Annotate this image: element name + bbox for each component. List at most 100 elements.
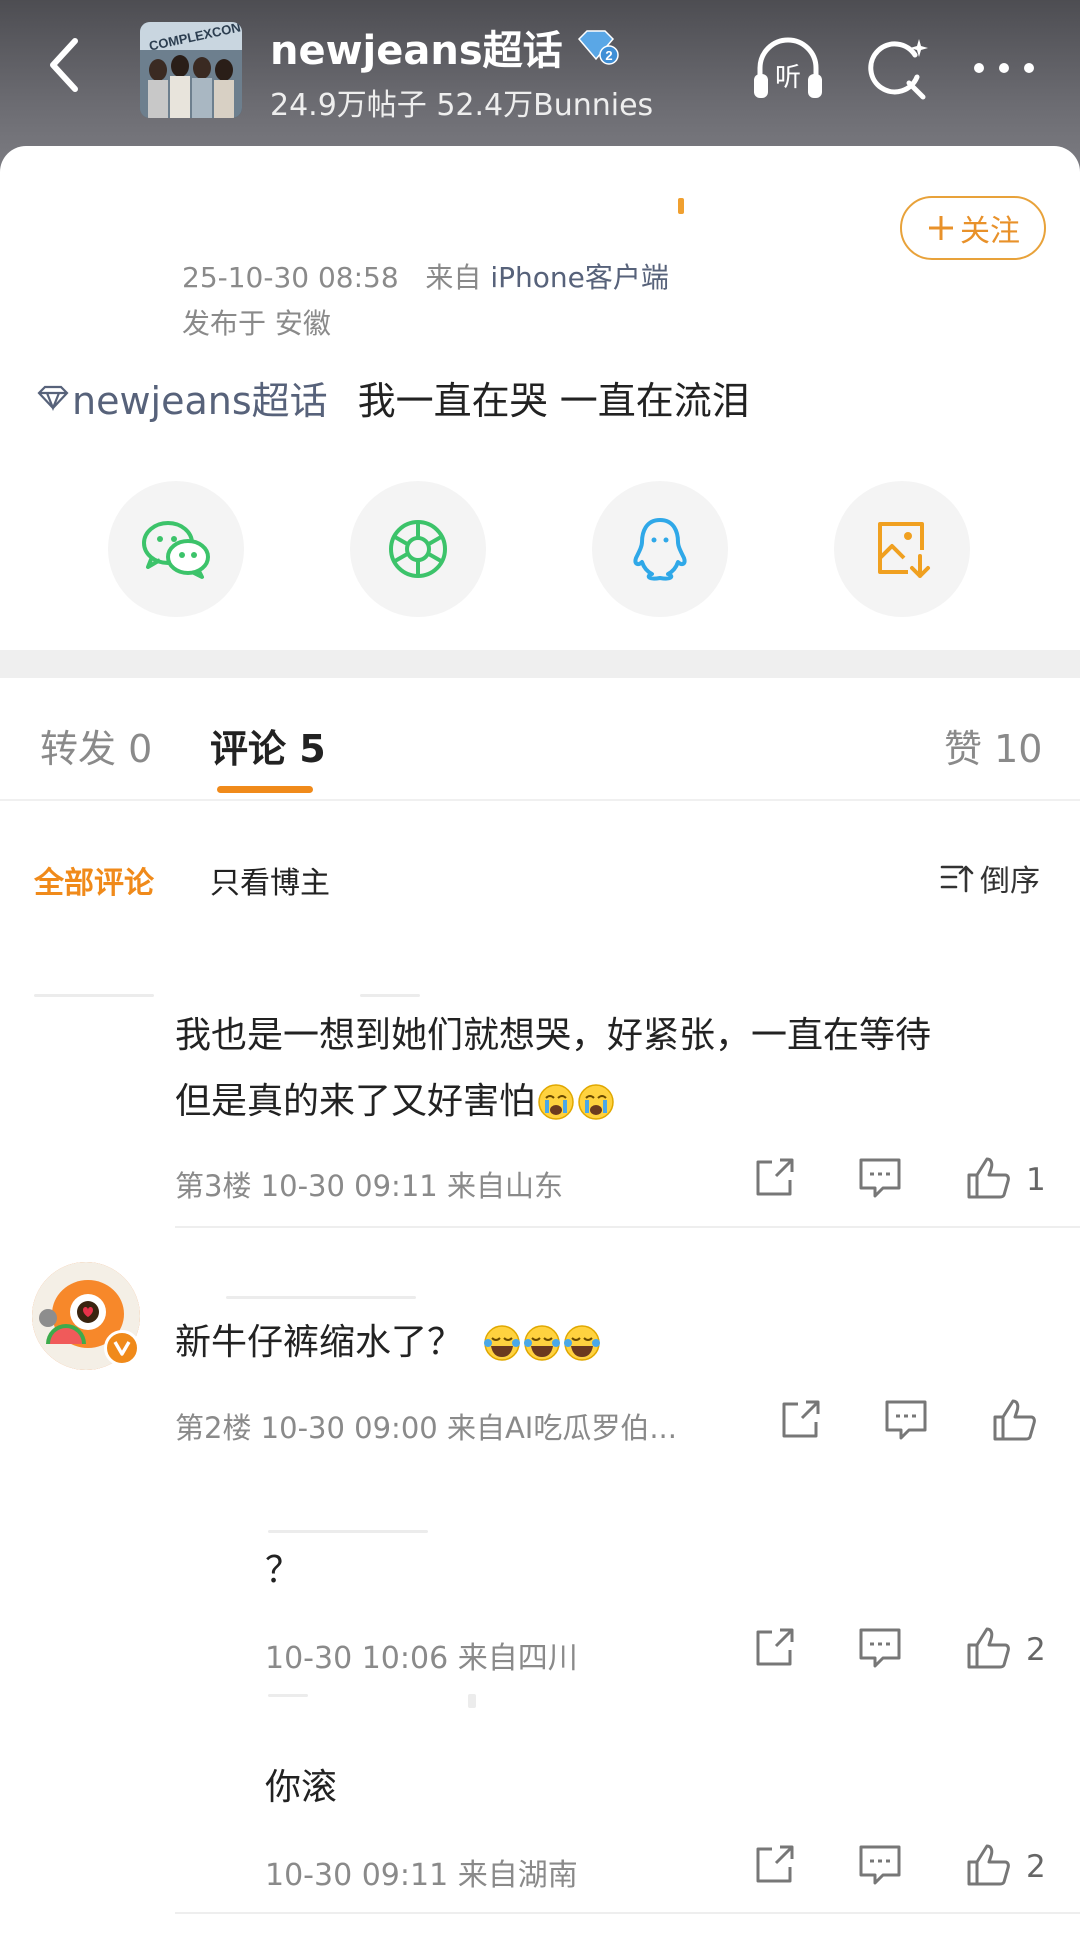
post-card: 关注 25-10-30 08:58 来自 iPhone客户端 发布于 安徽 ne… — [0, 146, 1080, 650]
qq-icon — [633, 518, 687, 581]
like-comment-button[interactable] — [958, 1148, 1018, 1208]
share-wechat-button[interactable] — [108, 481, 244, 617]
share-out-icon — [782, 1400, 820, 1438]
replier-badge-placeholder — [468, 1694, 476, 1708]
like-comment-button[interactable] — [958, 1618, 1018, 1678]
listen-label: 听 — [775, 63, 801, 93]
more-button[interactable] — [964, 28, 1044, 108]
thumbs-up-icon — [967, 1844, 1010, 1886]
follow-button[interactable]: 关注 — [900, 196, 1046, 260]
like-count: 2 — [1026, 1849, 1046, 1885]
tab-reposts[interactable]: 转发 0 — [40, 718, 152, 773]
share-out-icon — [756, 1158, 794, 1196]
commenter-name-placeholder — [226, 1296, 416, 1299]
tears-of-joy-icon — [484, 1325, 521, 1361]
save-image-icon — [878, 522, 930, 578]
comment-bubble-icon — [885, 1400, 927, 1440]
back-arrow-icon — [50, 38, 78, 92]
sort-button[interactable]: 倒序 — [940, 856, 1040, 900]
verified-v-icon — [113, 1341, 131, 1356]
post-time: 25-10-30 08:58 — [182, 261, 399, 294]
comment-text: 新牛仔裤缩水了？ — [175, 1310, 601, 1376]
search-sparkle-icon — [868, 39, 928, 100]
comment-meta: 第3楼 10-30 09:11 来自山东 — [175, 1169, 563, 1203]
commenter-name-placeholder — [34, 994, 154, 997]
topic-avatar[interactable]: COMPLEXCON — [140, 22, 242, 118]
sort-label: 倒序 — [980, 864, 1040, 899]
comment-text-words: 新牛仔裤缩水了？ — [175, 1322, 464, 1363]
post-text: 我一直在哭 一直在流泪 — [357, 379, 750, 423]
replier-name-placeholder — [268, 1694, 308, 1697]
commenter-badge-placeholder — [360, 994, 420, 997]
topic-tag-link[interactable]: newjeans超话 — [36, 370, 328, 425]
diamond-level-icon: 2 — [577, 30, 619, 65]
like-comment-button[interactable] — [984, 1390, 1044, 1450]
post-body: newjeans超话 我一直在哭 一直在流泪 — [36, 370, 750, 425]
reply-comment-button[interactable] — [850, 1618, 910, 1678]
like-count: 2 — [1026, 1632, 1046, 1668]
tears-of-joy-icon — [564, 1325, 601, 1361]
save-image-button[interactable] — [834, 481, 970, 617]
repost-comment-button[interactable] — [744, 1618, 804, 1678]
reply-comment-button[interactable] — [850, 1835, 910, 1895]
thumbs-up-icon — [967, 1627, 1010, 1669]
post-source[interactable]: iPhone客户端 — [490, 261, 669, 294]
topic-title[interactable]: newjeans超话 2 — [270, 18, 621, 76]
wechat-icon — [142, 521, 210, 579]
post-source-prefix: 来自 — [425, 261, 482, 294]
comment-bubble-icon — [859, 1845, 901, 1885]
filter-all-comments[interactable]: 全部评论 — [34, 858, 154, 902]
back-button[interactable] — [30, 30, 100, 100]
repost-comment-button[interactable] — [744, 1835, 804, 1895]
topic-stats: 24.9万帖子 52.4万Bunnies — [270, 88, 654, 123]
active-tab-indicator — [217, 786, 313, 793]
repost-comment-button[interactable] — [744, 1148, 804, 1208]
comment-meta: 10-30 10:06 来自四川 — [265, 1641, 578, 1676]
comment-meta: 第2楼 10-30 09:00 来自AI吃瓜罗伯... — [175, 1411, 677, 1445]
repost-comment-button[interactable] — [770, 1390, 830, 1450]
comment-text-line2-words: 但是真的来了又好害怕 — [175, 1081, 536, 1122]
like-comment-button[interactable] — [958, 1835, 1018, 1895]
reply-comment-button[interactable] — [876, 1390, 936, 1450]
tab-comments[interactable]: 评论 5 — [210, 718, 326, 773]
section-separator — [0, 650, 1080, 678]
level-number: 2 — [605, 48, 612, 63]
comment-text: 你滚 — [265, 1767, 338, 1808]
thumbs-up-icon — [993, 1399, 1036, 1441]
tab-likes[interactable]: 赞 10 — [944, 718, 1042, 773]
comment-bubble-icon — [859, 1628, 901, 1668]
tabs-divider — [0, 799, 1080, 801]
crying-face-icon — [578, 1084, 614, 1120]
follow-label: 关注 — [960, 214, 1020, 249]
share-moments-button[interactable] — [350, 481, 486, 617]
comment-text: 我也是一想到她们就想哭，好紧张，一直在等待 — [175, 1015, 932, 1056]
comment-text: ？ — [265, 1550, 302, 1591]
listen-button[interactable]: 听 — [748, 28, 828, 108]
filter-author-only[interactable]: 只看博主 — [210, 858, 330, 902]
verified-v-badge — [104, 1330, 140, 1366]
author-name-fragment — [678, 198, 684, 214]
replier-name-placeholder — [268, 1530, 428, 1533]
thumbs-up-icon — [967, 1157, 1010, 1199]
share-out-icon — [756, 1628, 794, 1666]
comment-meta: 10-30 09:11 来自湖南 — [265, 1858, 578, 1893]
plus-icon — [929, 216, 953, 240]
post-location: 发布于 安徽 — [182, 307, 331, 340]
share-out-icon — [756, 1845, 794, 1883]
tears-of-joy-icon — [524, 1325, 561, 1361]
share-qq-button[interactable] — [592, 481, 728, 617]
sort-icon — [940, 865, 974, 893]
like-count: 1 — [1026, 1162, 1046, 1198]
headphones-icon: 听 — [754, 37, 822, 98]
weibo-post-page: COMPLEXCON newjeans超话 2 24.9万帖子 52.4万Bun… — [0, 0, 1080, 1957]
more-dots-icon — [974, 63, 1034, 73]
comment-divider — [175, 1226, 1080, 1228]
comment-bubble-icon — [859, 1158, 901, 1198]
reply-comment-button[interactable] — [850, 1148, 910, 1208]
topic-title-text: newjeans超话 — [270, 28, 563, 74]
search-button[interactable] — [858, 28, 938, 108]
diamond-icon — [37, 385, 69, 411]
moments-icon — [389, 520, 447, 578]
crying-face-icon — [538, 1084, 574, 1120]
comment-text-line2: 但是真的来了又好害怕 😭😭 — [175, 1069, 615, 1135]
